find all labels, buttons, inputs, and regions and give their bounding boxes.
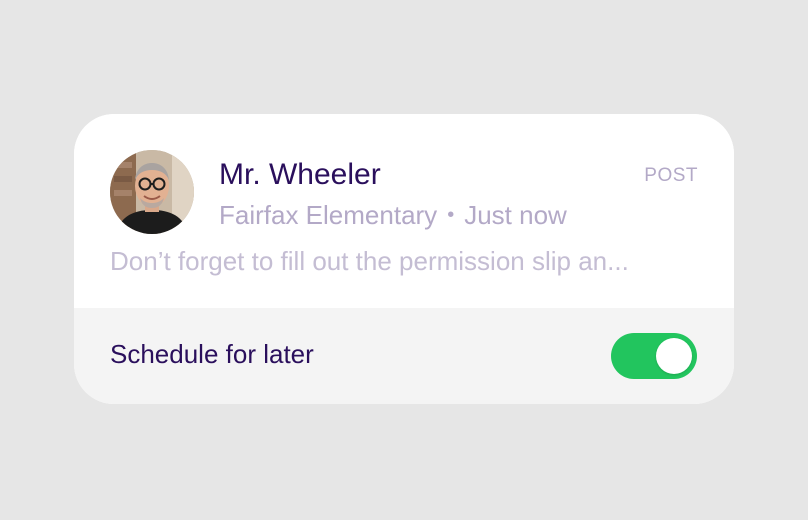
- post-card: Mr. Wheeler POST Fairfax Elementary • Just…: [74, 114, 734, 404]
- toggle-knob: [656, 338, 692, 374]
- meta-separator: •: [447, 204, 455, 226]
- post-header-section: Mr. Wheeler POST Fairfax Elementary • Just…: [74, 114, 734, 308]
- schedule-row: Schedule for later: [74, 308, 734, 404]
- post-preview-text: Don’t forget to fill out the permission …: [110, 246, 629, 276]
- schedule-toggle[interactable]: [611, 333, 697, 379]
- schedule-label: Schedule for later: [110, 339, 314, 369]
- post-type-label: POST: [644, 165, 698, 186]
- avatar-photo-icon: [110, 150, 194, 234]
- school-name: Fairfax Elementary: [219, 200, 438, 230]
- post-time: Just now: [464, 200, 567, 230]
- author-name: Mr. Wheeler: [219, 158, 381, 191]
- post-meta: Fairfax Elementary • Just now: [219, 199, 567, 231]
- avatar: [110, 150, 194, 234]
